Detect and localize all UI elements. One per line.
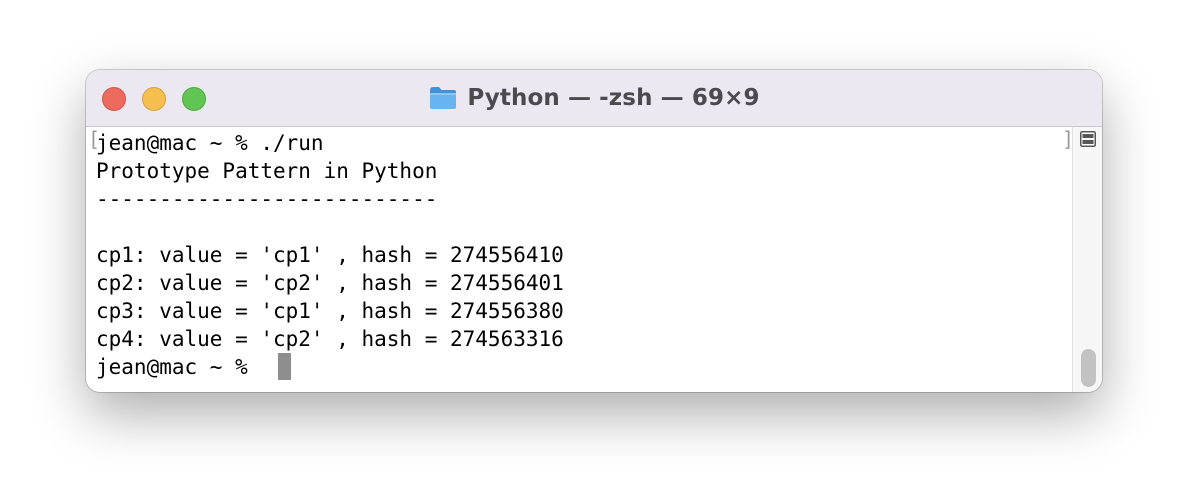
terminal-line: cp2: value = 'cp2' , hash = 274556401 xyxy=(96,271,564,295)
terminal-line: Prototype Pattern in Python xyxy=(96,159,438,183)
window-title-area: Python — -zsh — 69×9 xyxy=(86,70,1102,126)
scrollbar-thumb[interactable] xyxy=(1081,349,1096,387)
terminal-prompt: jean@mac ~ % xyxy=(96,355,261,379)
terminal-line: jean@mac ~ % ./run xyxy=(96,131,324,155)
scrollbar-track[interactable] xyxy=(1072,127,1102,392)
terminal-line: cp4: value = 'cp2' , hash = 274563316 xyxy=(96,327,564,351)
folder-icon xyxy=(428,85,458,111)
title-bar[interactable]: Python — -zsh — 69×9 xyxy=(86,70,1102,127)
terminal-line: cp3: value = 'cp1' , hash = 274556380 xyxy=(96,299,564,323)
terminal-output[interactable]: [ ] jean@mac ~ % ./run Prototype Pattern… xyxy=(86,127,1074,392)
window-title: Python — -zsh — 69×9 xyxy=(467,85,760,111)
text-cursor xyxy=(278,353,291,380)
terminal-line: --------------------------- xyxy=(96,187,438,211)
split-view-icon[interactable] xyxy=(1080,131,1096,147)
terminal-window: Python — -zsh — 69×9 [ ] jean@mac ~ % ./… xyxy=(86,70,1102,392)
terminal-line: cp1: value = 'cp1' , hash = 274556410 xyxy=(96,243,564,267)
